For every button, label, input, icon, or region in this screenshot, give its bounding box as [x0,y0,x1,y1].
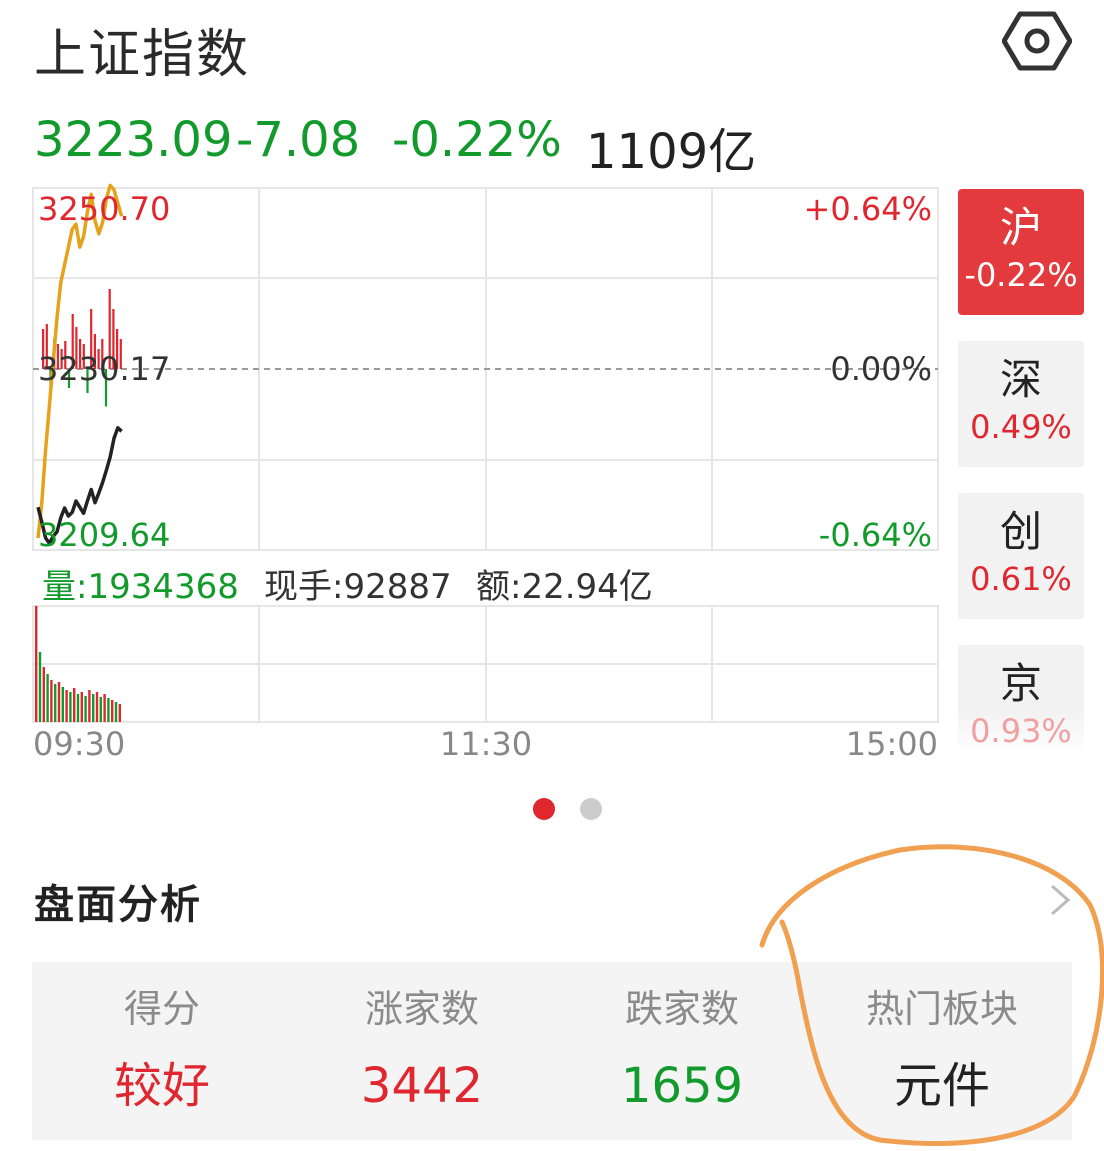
time-label-close: 15:00 [846,725,938,763]
chevron-right-icon[interactable] [1048,882,1072,927]
analysis-value: 3442 [360,1058,484,1114]
settings-hexagon-icon[interactable] [1001,10,1073,72]
volume-bar [57,682,61,722]
analysis-cell-hot-sector[interactable]: 热门板块 元件 [812,962,1072,1140]
volume-bar [76,694,80,722]
market-tab-cy[interactable]: 创 0.61% [958,493,1084,619]
y-mid-label: 3230.17 [38,350,170,388]
amount-label: 额:22.94亿 [476,567,653,607]
market-tab-name: 深 [999,355,1042,404]
volume-chart-grid [32,605,939,723]
volume-bar [61,687,64,722]
analysis-title: 盘面分析 [34,882,202,928]
volume-bar [103,694,106,722]
time-label-open: 09:30 [33,725,125,763]
market-tab-sh[interactable]: 沪 -0.22% [958,189,1084,315]
analysis-panel[interactable]: 得分 较好 涨家数 3442 跌家数 1659 热门板块 元件 [32,962,1072,1140]
volume-bar [107,698,110,722]
volume-bar [88,690,91,722]
volume-bar [65,690,68,722]
analysis-value: 较好 [113,1058,210,1114]
pager-dot[interactable] [580,798,602,820]
time-label-noon: 11:30 [440,725,532,763]
analysis-cell-down-count[interactable]: 跌家数 1659 [552,962,812,1140]
pct-high-label: +0.64% [804,190,932,228]
volume-bar [42,667,45,722]
volume-bar [111,700,114,722]
market-tab-name: 京 [999,659,1042,708]
market-tab-pct: -0.22% [964,256,1078,294]
volume-bar [38,652,42,722]
volume-bar [73,688,76,722]
market-tab-name: 沪 [999,203,1042,252]
market-tab-pct: 0.61% [970,560,1072,598]
volume-bar [80,692,83,722]
volume-bar [95,692,99,722]
analysis-label: 涨家数 [364,987,479,1031]
volume-bar [46,674,49,722]
analysis-label: 热门板块 [865,987,1018,1031]
pct-mid-label: 0.00% [830,350,932,388]
market-tab-name: 创 [999,507,1042,556]
analysis-cell-up-count[interactable]: 涨家数 3442 [292,962,552,1140]
analysis-value: 1659 [620,1058,744,1114]
market-tab-sz[interactable]: 深 0.49% [958,341,1084,467]
analysis-cell-score[interactable]: 得分 较好 [32,962,292,1140]
volume-bar [50,680,53,722]
volume-bar [114,702,118,722]
market-tab-pct: 0.93% [970,712,1072,750]
y-low-label: 3209.64 [38,516,170,554]
volume-bar [54,684,57,722]
analysis-label: 跌家数 [624,987,739,1031]
pager-dot-active[interactable] [533,798,555,820]
volume-label: 量:1934368 [42,567,239,607]
y-high-label: 3250.70 [38,190,170,228]
volume-bar [35,606,38,722]
intraday-chart[interactable]: 3250.70 3230.17 3209.64 +0.64% 0.00% -0.… [0,0,945,770]
analysis-value: 元件 [893,1058,990,1114]
market-tab-pct: 0.49% [970,408,1072,446]
market-tab-bj[interactable]: 京 0.93% [958,645,1084,755]
pct-low-label: -0.64% [819,516,932,554]
analysis-label: 得分 [123,987,200,1031]
current-hand-label: 现手:92887 [264,567,452,607]
volume-bar [69,692,72,722]
volume-bar [84,696,87,722]
volume-bar [92,694,95,722]
volume-bar [99,697,102,722]
volume-bar [118,704,121,722]
